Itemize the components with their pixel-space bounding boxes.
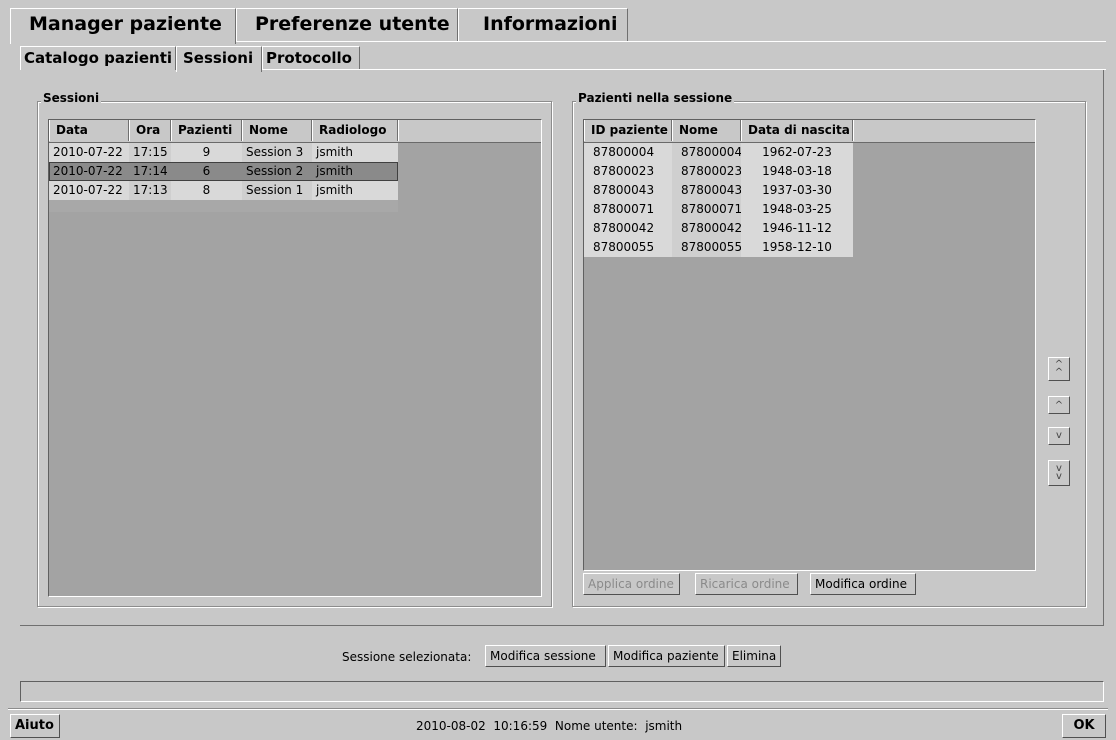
subtab-protocollo[interactable]: Protocollo <box>262 46 360 70</box>
footer-divider-highlight <box>8 709 1108 710</box>
cell-id: 87800043 <box>584 181 672 200</box>
sessions-table[interactable]: Data Ora Pazienti Nome Radiologo 2010-07… <box>48 119 542 597</box>
selected-session-label: Sessione selezionata: <box>342 650 472 664</box>
subtab-label: Sessioni <box>183 49 254 67</box>
cell-nome: 87800004 <box>672 143 741 162</box>
cell-id: 87800042 <box>584 219 672 238</box>
delete-button[interactable]: Elimina <box>727 645 781 667</box>
edit-order-button[interactable]: Modifica ordine <box>810 573 916 595</box>
cell-dob: 1948-03-25 <box>741 200 853 219</box>
patients-group-title: Pazienti nella sessione <box>576 91 735 105</box>
col-empty <box>398 120 541 141</box>
cell-radiologo: jsmith <box>312 143 398 162</box>
cell-radiologo: jsmith <box>312 181 398 200</box>
datetime-text: 2010-08-02 10:16:59 <box>416 719 548 733</box>
subtab-catalogo-pazienti[interactable]: Catalogo pazienti <box>20 46 176 70</box>
cell-ora: 17:14 <box>129 162 171 181</box>
cell-nome: Session 3 <box>242 143 312 162</box>
tab-preferenze-utente[interactable]: Preferenze utente <box>236 8 458 42</box>
user-label: Nome utente: <box>554 719 638 733</box>
subtab-label: Catalogo pazienti <box>24 49 173 67</box>
tab-informazioni[interactable]: Informazioni <box>458 8 628 42</box>
tab-manager-paziente[interactable]: Manager paziente <box>10 8 236 44</box>
edit-session-button[interactable]: Modifica sessione <box>485 645 606 667</box>
cell-nome: Session 2 <box>242 162 312 181</box>
cell-nome: 87800071 <box>672 200 741 219</box>
down-arrow-icon: v <box>1056 430 1062 441</box>
help-button[interactable]: Aiuto <box>10 714 60 738</box>
cell-id: 87800071 <box>584 200 672 219</box>
cell-ora: 17:13 <box>129 181 171 200</box>
double-up-arrow-icon: ^ ^ <box>1054 359 1064 378</box>
cell-data: 2010-07-22 <box>49 143 129 162</box>
up-arrow-icon: ^ <box>1054 400 1064 411</box>
move-up-button[interactable]: ^ <box>1048 396 1070 414</box>
sessions-table-header: Data Ora Pazienti Nome Radiologo <box>49 120 541 143</box>
tab-label: Preferenze utente <box>255 13 450 35</box>
empty-row-shade <box>49 200 398 212</box>
double-down-arrow-icon: vv <box>1056 463 1062 482</box>
tab-label: Informazioni <box>483 13 618 35</box>
cell-pazienti: 6 <box>171 162 242 181</box>
cell-data: 2010-07-22 <box>49 162 129 181</box>
tab-label: Manager paziente <box>29 13 222 35</box>
cell-dob: 1937-03-30 <box>741 181 853 200</box>
move-bottom-button[interactable]: vv <box>1048 460 1070 486</box>
cell-nome: 87800023 <box>672 162 741 181</box>
footer-status: 2010-08-02 10:16:59 Nome utente: jsmith <box>416 719 682 733</box>
subtab-label: Protocollo <box>266 49 352 67</box>
cell-ora: 17:15 <box>129 143 171 162</box>
move-top-button[interactable]: ^ ^ <box>1048 357 1070 381</box>
cell-dob: 1948-03-18 <box>741 162 853 181</box>
ok-button[interactable]: OK <box>1062 714 1106 738</box>
cell-id: 87800004 <box>584 143 672 162</box>
col-nome[interactable]: Nome <box>242 120 312 141</box>
cell-nome: Session 1 <box>242 181 312 200</box>
patients-table-header: ID paziente Nome Data di nascita <box>584 120 1035 143</box>
subtab-sessioni[interactable]: Sessioni <box>176 46 262 72</box>
col-radiologo[interactable]: Radiologo <box>312 120 398 141</box>
col-data[interactable]: Data <box>49 120 129 141</box>
apply-order-button[interactable]: Applica ordine <box>583 573 680 595</box>
cell-nome: 87800043 <box>672 181 741 200</box>
cell-dob: 1958-12-10 <box>741 238 853 257</box>
col-ora[interactable]: Ora <box>129 120 171 141</box>
cell-dob: 1962-07-23 <box>741 143 853 162</box>
cell-id: 87800023 <box>584 162 672 181</box>
move-down-button[interactable]: v <box>1048 427 1070 445</box>
col-nome[interactable]: Nome <box>672 120 741 141</box>
cell-nome: 87800042 <box>672 219 741 238</box>
edit-patient-button[interactable]: Modifica paziente <box>608 645 725 667</box>
user-name: jsmith <box>645 719 683 733</box>
tab-divider <box>236 41 1106 42</box>
status-field <box>20 681 1104 702</box>
col-data-nascita[interactable]: Data di nascita <box>741 120 853 141</box>
col-pazienti[interactable]: Pazienti <box>171 120 242 141</box>
cell-data: 2010-07-22 <box>49 181 129 200</box>
cell-id: 87800055 <box>584 238 672 257</box>
col-id-paziente[interactable]: ID paziente <box>584 120 672 141</box>
cell-pazienti: 8 <box>171 181 242 200</box>
cell-nome: 87800055 <box>672 238 741 257</box>
reload-order-button[interactable]: Ricarica ordine <box>695 573 798 595</box>
cell-pazienti: 9 <box>171 143 242 162</box>
col-empty <box>853 120 1035 141</box>
cell-radiologo: jsmith <box>312 162 398 181</box>
patients-table[interactable]: ID paziente Nome Data di nascita 8780000… <box>583 119 1036 571</box>
cell-dob: 1946-11-12 <box>741 219 853 238</box>
sessions-group-title: Sessioni <box>41 91 102 105</box>
